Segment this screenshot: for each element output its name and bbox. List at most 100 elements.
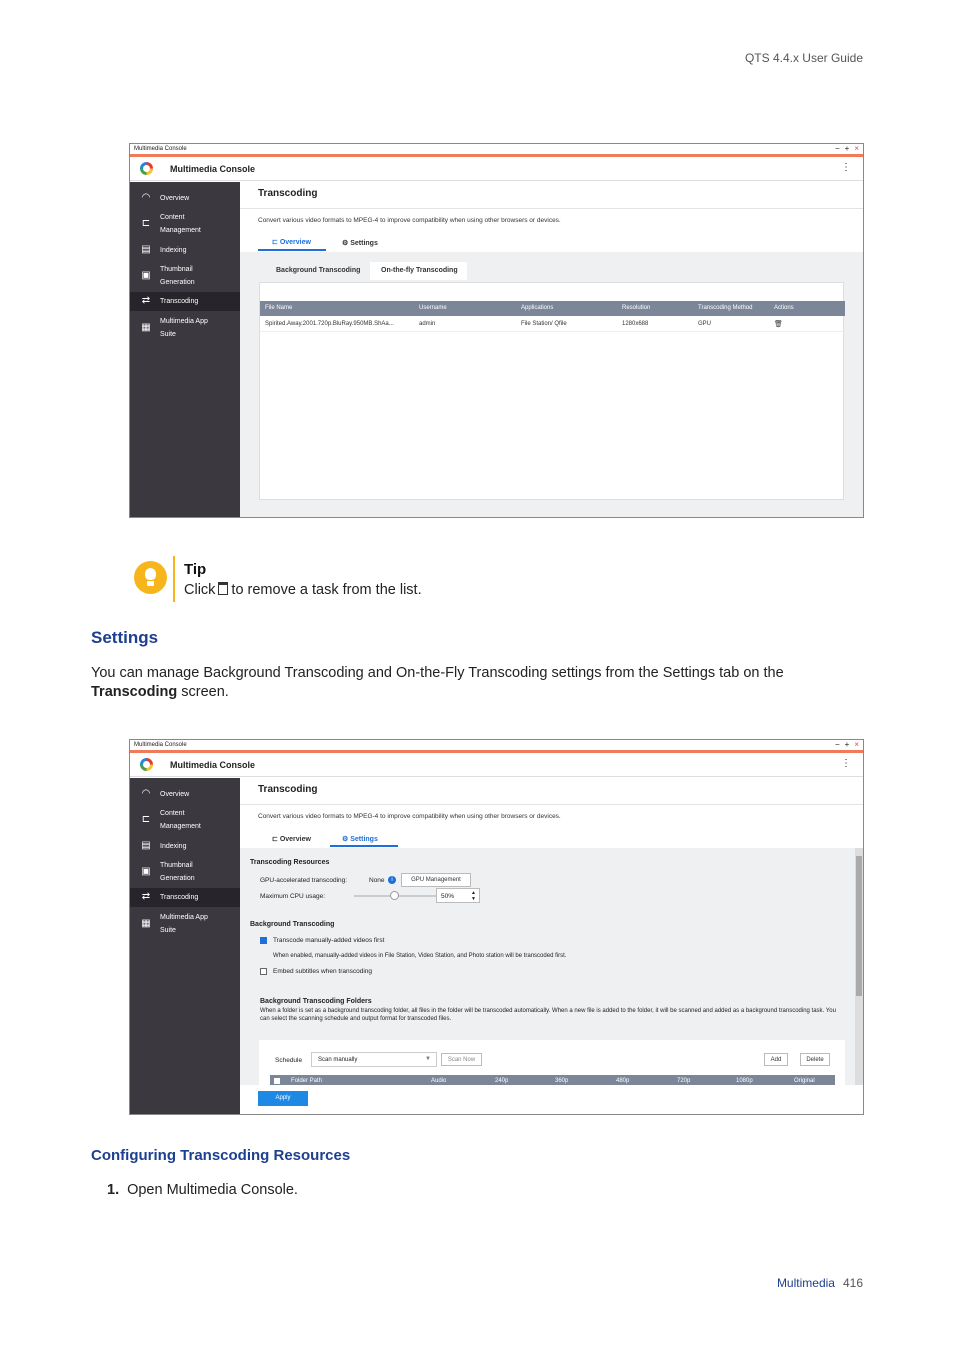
trash-icon[interactable]: 🗑 xyxy=(774,320,783,328)
trash-icon xyxy=(218,582,229,595)
option-note: When enabled, manually-added videos in F… xyxy=(273,953,567,959)
folder-search-icon: ⊏ xyxy=(141,218,151,229)
tab-settings[interactable]: ⚙ Settings xyxy=(342,835,378,843)
page-footer: Multimedia 416 xyxy=(777,1276,863,1290)
multimedia-console-logo-icon xyxy=(140,758,153,771)
window-titlebar: Multimedia Console − + × xyxy=(130,144,863,154)
scrollbar[interactable] xyxy=(855,848,863,1085)
tab-overview[interactable]: ⊏ Overview xyxy=(272,238,311,246)
folders-description: When a folder is set as a background tra… xyxy=(260,1008,836,1022)
tip-divider xyxy=(173,556,175,602)
sidebar-item-content-management[interactable]: ⊏ Content Management xyxy=(130,806,240,834)
close-icon[interactable]: × xyxy=(854,144,859,153)
tab-settings[interactable]: ⚙ Settings xyxy=(342,239,378,247)
app-header: Multimedia Console ⋮ xyxy=(130,157,863,181)
schedule-label: Schedule xyxy=(275,1057,303,1064)
sidebar-item-transcoding[interactable]: ⇄ Transcoding xyxy=(130,888,240,907)
section-title-configuring: Configuring Transcoding Resources xyxy=(91,1147,351,1164)
cpu-label: Maximum CPU usage: xyxy=(260,893,326,900)
option-embed-subtitles: Embed subtitles when transcoding xyxy=(273,968,373,975)
delete-button[interactable]: Delete xyxy=(800,1053,830,1066)
page-title: Transcoding xyxy=(258,188,318,199)
scan-now-button[interactable]: Scan Now xyxy=(441,1053,482,1066)
section-transcoding-resources: Transcoding Resources xyxy=(250,859,330,866)
sidebar-item-thumbnail-generation[interactable]: ▣ Thumbnail Generation xyxy=(130,858,240,886)
more-menu-icon[interactable]: ⋮ xyxy=(841,162,851,173)
select-all-checkbox[interactable] xyxy=(274,1078,280,1084)
grid-icon: ▦ xyxy=(141,918,151,929)
sidebar-item-thumbnail-generation[interactable]: ▣ Thumbnail Generation xyxy=(130,262,240,290)
schedule-select[interactable]: Scan manually ▼ xyxy=(311,1052,437,1067)
gpu-value: None xyxy=(369,877,385,884)
lightbulb-icon xyxy=(134,561,167,594)
table-header: File Name Username Applications Resoluti… xyxy=(260,301,845,316)
section-background-transcoding: Background Transcoding xyxy=(250,921,335,928)
sidebar: ◠ Overview ⊏ Content Management ▤ Indexi… xyxy=(130,778,240,1114)
sidebar-item-multimedia-app-suite[interactable]: ▦ Multimedia App Suite xyxy=(130,314,240,342)
footer-section: Multimedia xyxy=(776,1276,835,1290)
sidebar-item-multimedia-app-suite[interactable]: ▦ Multimedia App Suite xyxy=(130,910,240,938)
table-row[interactable]: Spirited.Away.2001.720p.BluRay.950MB.ShA… xyxy=(260,318,845,332)
checkbox-transcode-manual-first[interactable] xyxy=(260,937,267,944)
sidebar-item-overview[interactable]: ◠ Overview xyxy=(130,786,240,801)
gauge-icon: ◠ xyxy=(141,192,151,203)
section-title-settings: Settings xyxy=(91,628,159,647)
sidebar: ◠ Overview ⊏ Content Management ▤ Indexi… xyxy=(130,182,240,517)
add-button[interactable]: Add xyxy=(764,1053,788,1066)
info-icon[interactable]: i xyxy=(388,876,396,884)
main-panel: Transcoding Convert various video format… xyxy=(240,182,863,517)
multimedia-console-logo-icon xyxy=(140,162,153,175)
folder-search-icon: ⊏ xyxy=(141,814,151,825)
content-area: Background Transcoding On-the-fly Transc… xyxy=(240,252,863,517)
apply-button[interactable]: Apply xyxy=(258,1091,308,1106)
transcode-icon: ⇄ xyxy=(141,891,151,902)
page-header: QTS 4.4.x User Guide xyxy=(744,51,863,65)
minimize-icon[interactable]: − xyxy=(835,740,840,749)
transcode-icon: ⇄ xyxy=(141,295,151,306)
gpu-label: GPU-accelerated transcoding: xyxy=(260,877,348,884)
gpu-management-button[interactable]: GPU Management xyxy=(401,873,471,887)
grid-icon: ▦ xyxy=(141,322,151,333)
clipboard-icon: ▤ xyxy=(141,244,151,255)
app-title: Multimedia Console xyxy=(170,760,256,770)
window-titlebar: Multimedia Console − + × xyxy=(130,740,863,750)
section-background-folders: Background Transcoding Folders xyxy=(260,998,372,1005)
main-panel: Transcoding Convert various video format… xyxy=(240,778,863,1114)
footer-bar: Apply xyxy=(240,1085,863,1114)
app-title: Multimedia Console xyxy=(170,164,256,174)
tip-text: Click to remove a task from the list. xyxy=(184,582,422,598)
minimize-icon[interactable]: − xyxy=(835,144,840,153)
cpu-slider-handle[interactable] xyxy=(390,891,399,900)
sidebar-item-transcoding[interactable]: ⇄ Transcoding xyxy=(130,292,240,311)
settings-paragraph: You can manage Background Transcoding an… xyxy=(91,665,784,700)
gauge-icon: ◠ xyxy=(141,788,151,799)
subtab-on-the-fly-transcoding[interactable]: On-the-fly Transcoding xyxy=(381,267,458,274)
sidebar-item-overview[interactable]: ◠ Overview xyxy=(130,190,240,205)
stepper-arrows-icon[interactable]: ▲ ▼ xyxy=(471,890,476,902)
scrollbar-thumb[interactable] xyxy=(856,856,862,996)
subtab-background-transcoding[interactable]: Background Transcoding xyxy=(276,267,360,274)
close-icon[interactable]: × xyxy=(854,740,859,749)
cpu-slider[interactable] xyxy=(354,891,436,900)
checkbox-embed-subtitles[interactable] xyxy=(260,968,267,975)
screenshot-transcoding-overview: Multimedia Console − + × Multimedia Consol… xyxy=(129,143,864,518)
maximize-icon[interactable]: + xyxy=(845,144,850,153)
task-table: File Name Username Applications Resoluti… xyxy=(259,282,845,500)
folders-panel: Schedule Scan manually ▼ Scan Now Add De… xyxy=(259,1040,845,1087)
sidebar-item-indexing[interactable]: ▤ Indexing xyxy=(130,838,240,853)
sidebar-item-indexing[interactable]: ▤ Indexing xyxy=(130,242,240,257)
screenshot-transcoding-settings: Multimedia Console − + × Multimedia Consol… xyxy=(129,739,864,1115)
tab-overview[interactable]: ⊏ Overview xyxy=(272,835,311,843)
page-description: Convert various video formats to MPEG-4 … xyxy=(258,813,561,820)
clipboard-icon: ▤ xyxy=(141,840,151,851)
option-transcode-manual-first: Transcode manually-added videos first xyxy=(273,937,385,944)
page-title: Transcoding xyxy=(258,784,318,795)
page-description: Convert various video formats to MPEG-4 … xyxy=(258,217,561,224)
settings-content: Transcoding Resources GPU-accelerated tr… xyxy=(240,848,863,1114)
app-header: Multimedia Console ⋮ xyxy=(130,753,863,777)
maximize-icon[interactable]: + xyxy=(845,740,850,749)
more-menu-icon[interactable]: ⋮ xyxy=(841,758,851,769)
sidebar-item-content-management[interactable]: ⊏ Content Management xyxy=(130,210,240,238)
image-icon: ▣ xyxy=(141,270,151,281)
cpu-usage-spinner[interactable]: 50% ▲ ▼ xyxy=(436,888,480,903)
